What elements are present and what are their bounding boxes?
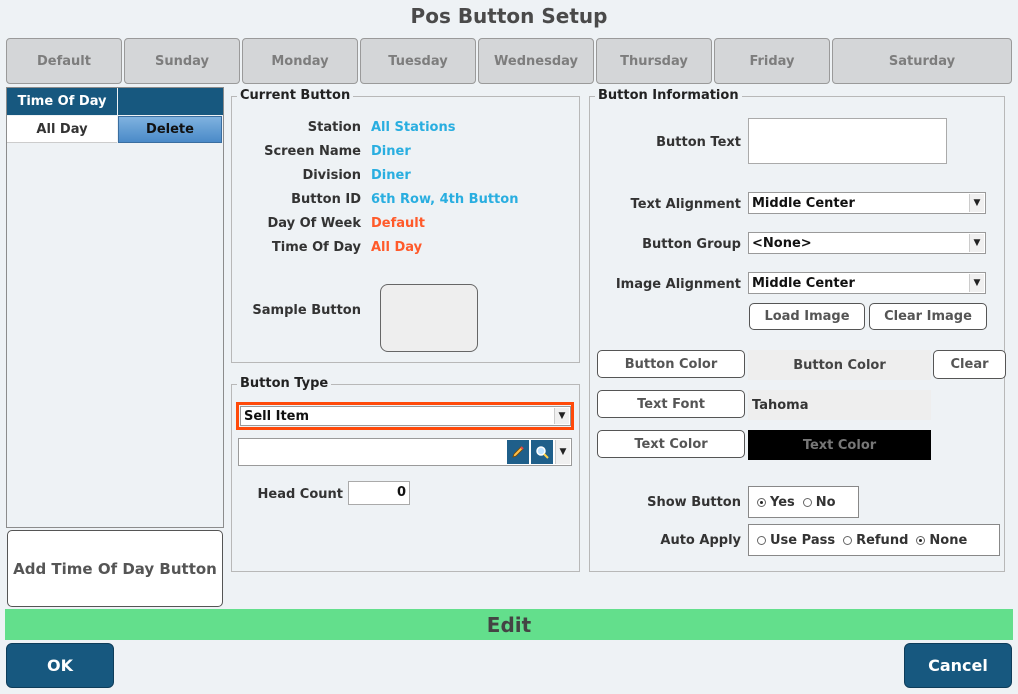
clear-image-button[interactable]: Clear Image — [869, 303, 987, 330]
show-button-radio-group: Yes No — [748, 486, 859, 518]
search-icon[interactable] — [531, 440, 553, 464]
text-font-button[interactable]: Text Font — [597, 390, 745, 418]
head-count-label: Head Count — [257, 487, 344, 502]
clear-color-button[interactable]: Clear — [933, 350, 1006, 379]
tab-saturday[interactable]: Saturday — [832, 38, 1012, 84]
division-label: Division — [302, 168, 361, 183]
screen-name-label: Screen Name — [264, 144, 361, 159]
station-label: Station — [307, 120, 361, 135]
image-alignment-label: Image Alignment — [615, 277, 741, 292]
day-of-week-label: Day Of Week — [267, 216, 361, 231]
edit-pencil-icon[interactable] — [507, 440, 529, 464]
tab-wednesday[interactable]: Wednesday — [478, 38, 594, 84]
text-alignment-select[interactable]: Middle Center ▼ — [748, 192, 986, 214]
button-group-label: Button Group — [642, 237, 741, 252]
time-of-day-header-blank — [118, 88, 223, 115]
button-id-value: 6th Row, 4th Button — [371, 192, 519, 207]
text-color-button[interactable]: Text Color — [597, 430, 745, 458]
tab-thursday[interactable]: Thursday — [596, 38, 712, 84]
auto-apply-label: Auto Apply — [660, 533, 741, 548]
time-of-day-header: Time Of Day — [7, 88, 117, 115]
chevron-down-icon[interactable]: ▼ — [969, 234, 984, 252]
sample-button-preview — [380, 284, 478, 352]
chevron-down-icon[interactable]: ▼ — [969, 194, 984, 212]
delete-button[interactable]: Delete — [118, 116, 222, 143]
edit-mode-bar: Edit — [5, 609, 1013, 640]
tab-sunday[interactable]: Sunday — [124, 38, 240, 84]
radio-checked-icon — [757, 497, 766, 507]
head-count-input[interactable]: 0 — [348, 481, 410, 505]
show-button-label: Show Button — [647, 495, 741, 510]
auto-use-pass-radio[interactable]: Use Pass — [757, 533, 835, 548]
division-value: Diner — [371, 168, 411, 183]
time-of-day-row-name[interactable]: All Day — [7, 116, 117, 143]
text-font-value: Tahoma — [748, 390, 931, 420]
time-of-day-label: Time Of Day — [271, 240, 361, 255]
add-time-of-day-button[interactable]: Add Time Of Day Button — [7, 530, 223, 607]
radio-icon — [802, 497, 812, 507]
button-group-value: <None> — [752, 235, 812, 251]
time-of-day-list[interactable]: Time Of Day All Day Delete — [6, 87, 224, 528]
load-image-button[interactable]: Load Image — [749, 303, 865, 330]
radio-icon — [757, 535, 766, 545]
show-no-radio[interactable]: No — [802, 495, 836, 510]
image-alignment-select[interactable]: Middle Center ▼ — [748, 272, 986, 294]
radio-icon — [843, 535, 853, 545]
auto-refund-radio[interactable]: Refund — [843, 533, 908, 548]
chevron-down-icon[interactable]: ▼ — [969, 274, 984, 292]
button-color-preview: Button Color — [748, 350, 931, 380]
button-text-input[interactable] — [748, 118, 947, 164]
button-color-button[interactable]: Button Color — [597, 350, 745, 378]
button-text-label: Button Text — [656, 135, 741, 150]
button-type-select[interactable]: Sell Item ▼ — [240, 406, 571, 426]
current-button-title: Current Button — [237, 88, 354, 103]
tab-monday[interactable]: Monday — [242, 38, 358, 84]
button-information-title: Button Information — [595, 88, 742, 103]
tab-friday[interactable]: Friday — [714, 38, 830, 84]
button-id-label: Button ID — [291, 192, 361, 207]
cancel-button[interactable]: Cancel — [904, 643, 1012, 688]
text-color-preview: Text Color — [748, 430, 931, 460]
station-value: All Stations — [371, 120, 456, 135]
sample-button-label: Sample Button — [252, 303, 361, 318]
item-select[interactable]: ▼ — [238, 438, 572, 466]
image-alignment-value: Middle Center — [752, 275, 855, 291]
show-yes-radio[interactable]: Yes — [757, 495, 795, 510]
time-of-day-value: All Day — [371, 240, 423, 255]
radio-checked-icon — [916, 535, 926, 545]
button-type-title: Button Type — [237, 376, 332, 391]
ok-button[interactable]: OK — [6, 643, 114, 688]
text-alignment-label: Text Alignment — [630, 197, 741, 212]
chevron-down-icon[interactable]: ▼ — [555, 440, 570, 464]
auto-none-radio[interactable]: None — [916, 533, 967, 548]
screen-name-value: Diner — [371, 144, 411, 159]
tab-tuesday[interactable]: Tuesday — [360, 38, 476, 84]
text-alignment-value: Middle Center — [752, 195, 855, 211]
window-title: Pos Button Setup — [410, 4, 608, 28]
tab-default[interactable]: Default — [6, 38, 122, 84]
day-of-week-value: Default — [371, 216, 425, 231]
button-type-value: Sell Item — [244, 408, 310, 424]
button-group-select[interactable]: <None> ▼ — [748, 232, 986, 254]
auto-apply-radio-group: Use Pass Refund None — [748, 524, 1000, 556]
chevron-down-icon[interactable]: ▼ — [554, 408, 569, 424]
